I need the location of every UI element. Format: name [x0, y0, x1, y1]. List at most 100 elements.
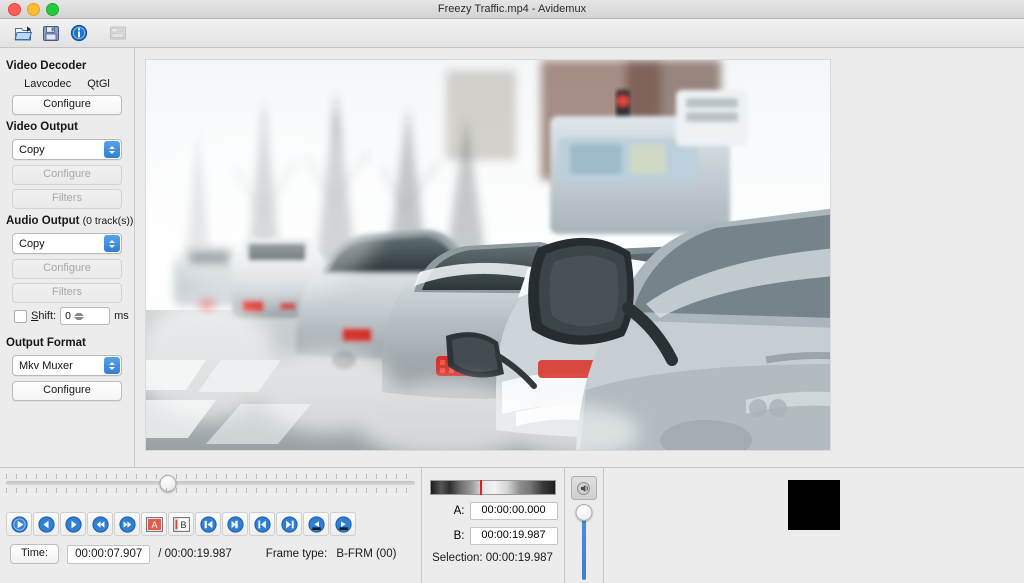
output-format-select[interactable]: Mkv Muxer — [12, 355, 122, 376]
video-frame-image — [146, 60, 830, 450]
output-format-value: Mkv Muxer — [19, 359, 73, 372]
main-toolbar — [0, 19, 1024, 48]
marker-b-icon: B — [172, 516, 190, 532]
decoder-renderer-label: QtGl — [87, 78, 110, 90]
volume-icon — [577, 481, 590, 495]
avidemux-window: Freezy Traffic.mp4 - Avidemux Video Deco… — [0, 0, 1024, 583]
go-to-end-button[interactable] — [222, 512, 248, 536]
skip-end-icon — [226, 515, 244, 533]
save-file-button[interactable] — [38, 21, 64, 45]
calculator-icon — [110, 26, 126, 40]
video-output-filters-button[interactable]: Filters — [12, 189, 122, 209]
mark-a-button[interactable]: A — [141, 512, 167, 536]
main-body: Video Decoder Lavcodec QtGl Configure Vi… — [0, 48, 1024, 467]
forward-button[interactable] — [114, 512, 140, 536]
audio-output-label: Audio Output — [6, 215, 80, 227]
video-output-title: Video Output — [6, 121, 78, 133]
marker-a-label: A: — [453, 505, 465, 517]
open-file-button[interactable] — [10, 21, 36, 45]
previous-frame-button[interactable] — [33, 512, 59, 536]
audio-output-value: Copy — [19, 237, 45, 250]
time-button[interactable]: Time: — [10, 544, 60, 564]
previous-blackframe-button[interactable] — [303, 512, 329, 536]
bitrate-calculator-button[interactable] — [105, 21, 131, 45]
timeline-scrubber[interactable] — [0, 468, 421, 506]
chevron-updown-icon — [104, 141, 120, 158]
volume-slider[interactable] — [575, 504, 592, 580]
volume-panel — [565, 468, 604, 583]
audio-shift-checkbox[interactable] — [14, 309, 27, 323]
left-sidebar: Video Decoder Lavcodec QtGl Configure Vi… — [0, 48, 135, 467]
marker-a-field[interactable]: 00:00:00.000 — [469, 502, 558, 520]
svg-text:B: B — [180, 520, 186, 530]
total-time-label: / 00:00:19.987 — [158, 548, 232, 560]
open-file-icon — [14, 26, 32, 40]
audio-shift-input[interactable]: 0 — [60, 307, 111, 325]
video-decoder-title: Video Decoder — [6, 60, 87, 72]
marker-b-field[interactable]: 00:00:19.987 — [469, 527, 558, 545]
spinner-arrows-icon[interactable] — [71, 312, 85, 320]
audio-output-filters-button[interactable]: Filters — [12, 283, 122, 303]
navigation-gradient-bar[interactable] — [429, 480, 556, 495]
frame-type-value: B-FRM (00) — [336, 548, 397, 560]
save-file-icon — [43, 25, 59, 41]
decoder-codec-label: Lavcodec — [24, 78, 72, 90]
black-frame-prev-icon — [307, 515, 325, 533]
volume-handle[interactable] — [575, 504, 592, 521]
rewind-button[interactable] — [87, 512, 113, 536]
video-output-value: Copy — [19, 143, 45, 156]
transport-panel: A B Time: 00:00:07.907 / 00:00:19.987 Fr… — [0, 468, 422, 583]
position-marker — [480, 480, 483, 495]
time-info-row: Time: 00:00:07.907 / 00:00:19.987 Frame … — [0, 536, 421, 564]
svg-text:A: A — [151, 520, 157, 530]
bottom-bar: A B Time: 00:00:07.907 / 00:00:19.987 Fr… — [0, 467, 1024, 583]
output-format-configure-button[interactable]: Configure — [12, 381, 122, 401]
window-title: Freezy Traffic.mp4 - Avidemux — [437, 3, 587, 15]
black-frame-next-icon — [334, 515, 352, 533]
video-output-select[interactable]: Copy — [12, 139, 122, 160]
current-time-field[interactable]: 00:00:07.907 — [67, 544, 151, 564]
play-icon — [10, 515, 28, 533]
next-blackframe-button[interactable] — [330, 512, 356, 536]
chevron-updown-icon — [104, 357, 120, 374]
play-button[interactable] — [6, 512, 32, 536]
double-arrow-left-icon — [91, 515, 109, 533]
mark-b-button[interactable]: B — [168, 512, 194, 536]
arrow-left-icon — [37, 515, 55, 533]
next-frame-button[interactable] — [60, 512, 86, 536]
video-preview[interactable] — [146, 60, 830, 450]
marker-b-label: B: — [453, 530, 465, 542]
audio-shift-unit: ms — [114, 310, 129, 322]
go-to-start-button[interactable] — [195, 512, 221, 536]
marker-b-row: B: 00:00:19.987 — [428, 527, 558, 545]
audio-output-configure-button[interactable]: Configure — [12, 259, 122, 279]
next-keyframe-button[interactable] — [276, 512, 302, 536]
preview-area — [135, 48, 1024, 467]
timeline-track[interactable] — [6, 475, 415, 492]
audio-track-count: (0 track(s)) — [82, 215, 134, 227]
frame-type-row: Frame type: B-FRM (00) — [266, 548, 397, 560]
arrow-right-icon — [64, 515, 82, 533]
chevron-updown-icon — [104, 235, 120, 252]
audio-output-title: Audio Output (0 track(s)) — [6, 215, 134, 227]
skip-start-icon — [199, 515, 217, 533]
selection-panel: A: 00:00:00.000 B: 00:00:19.987 Selectio… — [422, 468, 565, 583]
audio-output-select[interactable]: Copy — [12, 233, 122, 254]
selection-duration-label: Selection: 00:00:19.987 — [432, 552, 553, 564]
audio-shift-value: 0 — [65, 310, 71, 322]
marker-a-icon: A — [145, 516, 163, 532]
information-button[interactable] — [66, 21, 92, 45]
frame-type-label: Frame type: — [265, 548, 328, 560]
thumbnail-panel — [604, 468, 1024, 583]
volume-button[interactable] — [570, 476, 597, 500]
video-decoder-info: Lavcodec QtGl — [0, 78, 134, 90]
double-arrow-right-icon — [118, 515, 136, 533]
marker-a-row: A: 00:00:00.000 — [428, 502, 558, 520]
previous-keyframe-button[interactable] — [249, 512, 275, 536]
video-decoder-configure-button[interactable]: Configure — [12, 95, 122, 115]
audio-shift-row: Shift: 0 ms — [14, 307, 134, 325]
video-output-configure-button[interactable]: Configure — [12, 165, 122, 185]
output-format-title: Output Format — [6, 337, 86, 349]
keyframe-next-icon — [280, 515, 298, 533]
info-icon — [70, 24, 88, 42]
